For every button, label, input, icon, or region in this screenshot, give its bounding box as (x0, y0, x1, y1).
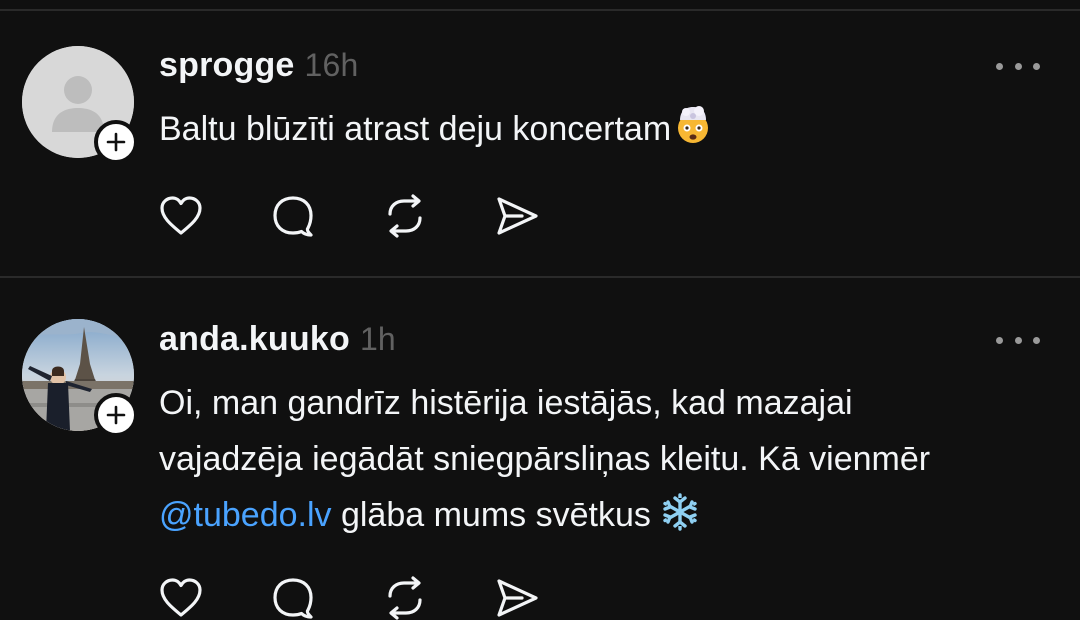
post-text: Oi, man gandrīz histērija iestājās, kad … (159, 375, 1059, 543)
send-icon (497, 197, 538, 235)
repost-button[interactable] (382, 576, 494, 620)
plus-icon (106, 405, 126, 425)
comment-icon (273, 196, 313, 237)
post-actions (158, 194, 606, 238)
post-actions (158, 576, 606, 620)
share-button[interactable] (494, 576, 606, 620)
post-text-line: Oi, man gandrīz histērija iestājās, kad … (159, 384, 853, 422)
heart-icon (160, 196, 202, 235)
share-button[interactable] (494, 194, 606, 238)
like-button[interactable] (158, 194, 270, 238)
repost-icon (388, 194, 422, 238)
username-text[interactable]: anda.kuuko (159, 320, 350, 358)
exploding-head-emoji-icon (678, 106, 709, 143)
username[interactable]: anda.kuuko 1h (159, 320, 396, 359)
follow-button[interactable] (94, 393, 138, 437)
mention-link[interactable]: @tubedo.lv (159, 496, 332, 534)
repost-button[interactable] (382, 194, 494, 238)
post-anda-kuuko[interactable]: anda.kuuko 1h Oi, man gandrīz histērija i… (0, 278, 1080, 620)
post-text: Baltu blūzīti atrast deju koncertam (159, 101, 1059, 157)
post-text-content: glāba mums svētkus (331, 496, 651, 534)
snowflake-emoji-icon (663, 493, 698, 531)
username-text[interactable]: sprogge (159, 46, 295, 84)
reply-button[interactable] (270, 194, 382, 238)
more-icon[interactable] (996, 56, 1040, 76)
post-text-line: vajadzēja iegādāt sniegpārsliņas kleitu.… (159, 440, 931, 478)
post-text-content: Baltu blūzīti atrast deju koncertam (159, 110, 672, 148)
repost-icon (388, 576, 422, 620)
post-sprogge[interactable]: sprogge 16h Baltu blūzīti atrast deju kon… (0, 0, 1080, 276)
more-icon[interactable] (996, 330, 1040, 350)
heart-icon (160, 578, 202, 617)
send-icon (497, 579, 538, 617)
follow-button[interactable] (94, 120, 138, 164)
plus-icon (106, 132, 126, 152)
post-text-line: @tubedo.lv glāba mums svētkus (159, 487, 1059, 543)
timestamp: 16h (304, 47, 359, 83)
timestamp: 1h (359, 321, 396, 357)
like-button[interactable] (158, 576, 270, 620)
comment-icon (273, 578, 313, 619)
reply-button[interactable] (270, 576, 382, 620)
username[interactable]: sprogge 16h (159, 46, 359, 85)
